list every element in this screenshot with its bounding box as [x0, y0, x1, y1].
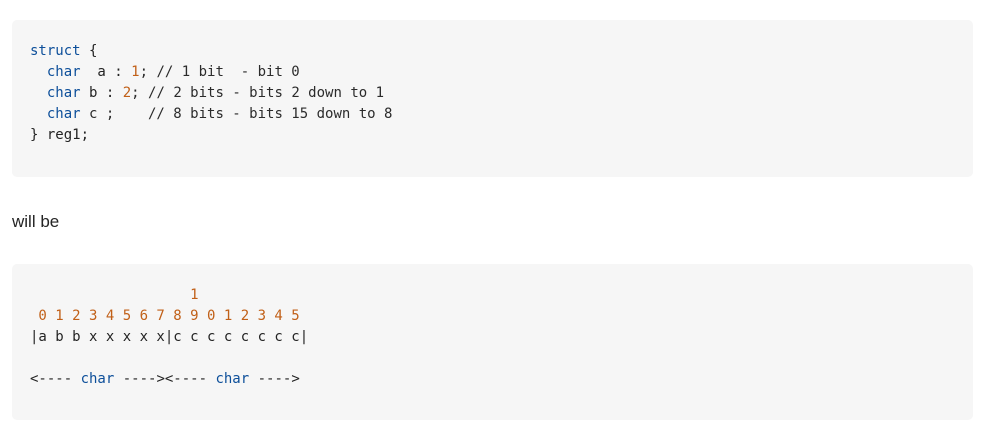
number-literal: 2	[122, 85, 132, 101]
code-line-1: struct {	[30, 43, 97, 59]
keyword-struct: struct	[30, 43, 81, 59]
char-span-row: <---- char ----><---- char ---->	[30, 371, 300, 387]
keyword-char: char	[215, 371, 250, 387]
code-line-2: char a : 1; // 1 bit - bit 0	[30, 64, 300, 80]
code-block-struct: struct { char a : 1; // 1 bit - bit 0 ch…	[12, 20, 973, 177]
bit-index-tens-row: 1	[30, 287, 199, 303]
code-line-3: char b : 2; // 2 bits - bits 2 down to 1	[30, 85, 384, 101]
keyword-char: char	[46, 64, 81, 80]
code-comment: c ; // 8 bits - bits 15 down to 8	[80, 106, 393, 122]
keyword-char: char	[46, 85, 81, 101]
code-listing-bit-layout: 1 0 1 2 3 4 5 6 7 8 9 0 1 2 3 4 5 |a b b…	[30, 285, 973, 390]
code-comment: ; // 1 bit - bit 0	[139, 64, 300, 80]
bit-index-row: 0 1 2 3 4 5 6 7 8 9 0 1 2 3 4 5	[30, 308, 300, 324]
bit-field-row: |a b b x x x x x|c c c c c c c c|	[30, 329, 309, 345]
code-text: a :	[80, 64, 132, 80]
code-text: {	[80, 43, 98, 59]
number-literal: 1	[131, 64, 140, 80]
keyword-char: char	[80, 371, 115, 387]
arrow-text: <----	[30, 371, 81, 387]
prose-text: will be	[12, 212, 60, 231]
keyword-char: char	[46, 106, 81, 122]
code-line-4: char c ; // 8 bits - bits 15 down to 8	[30, 106, 393, 122]
code-block-bit-layout: 1 0 1 2 3 4 5 6 7 8 9 0 1 2 3 4 5 |a b b…	[12, 264, 973, 420]
code-text: b :	[80, 85, 123, 101]
arrow-text: ----><----	[114, 371, 216, 387]
code-comment: ; // 2 bits - bits 2 down to 1	[131, 85, 385, 101]
code-listing-struct: struct { char a : 1; // 1 bit - bit 0 ch…	[30, 41, 973, 146]
arrow-text: ---->	[249, 371, 300, 387]
code-line-5: } reg1;	[30, 127, 90, 143]
